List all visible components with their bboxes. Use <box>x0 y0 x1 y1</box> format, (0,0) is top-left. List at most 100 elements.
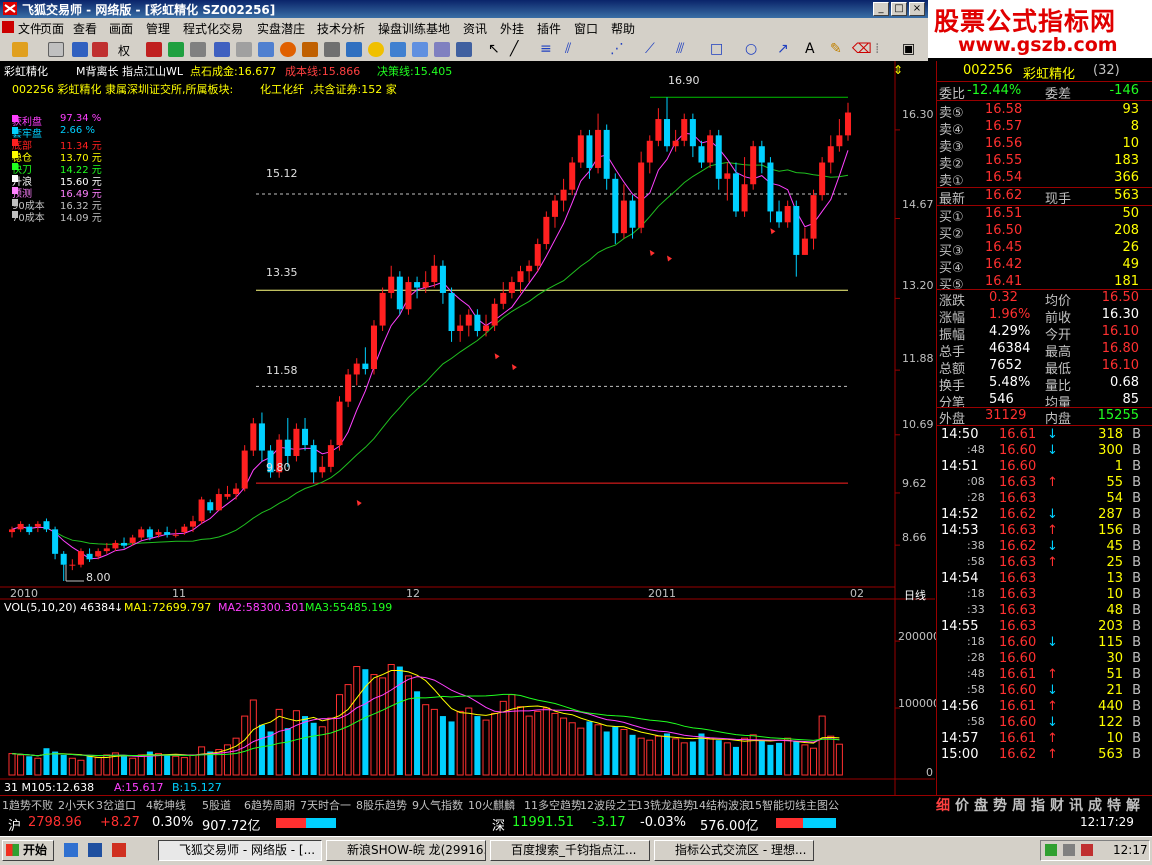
save-icon[interactable] <box>456 42 472 57</box>
cursor-tool-icon[interactable]: ↖ <box>488 41 500 57</box>
start-button[interactable]: 开始 <box>2 840 54 861</box>
target-icon[interactable] <box>280 42 296 57</box>
gann-tool-icon[interactable]: ⟋ <box>645 41 655 57</box>
chart-canvas[interactable] <box>0 61 935 795</box>
indicator-tab[interactable]: 2小天K <box>58 797 94 813</box>
arrow-down-icon: ↓ <box>1047 715 1058 730</box>
menu-external[interactable]: 外挂 <box>500 20 524 37</box>
bid-row[interactable]: 买④ 16.42 49 <box>937 257 1147 276</box>
ie-icon[interactable] <box>64 843 78 857</box>
show-desktop-icon[interactable] <box>88 843 102 857</box>
disk-icon[interactable]: ▣ <box>902 41 915 57</box>
tick-volume: 30 <box>1106 651 1123 666</box>
arrow-right-icon[interactable] <box>92 42 108 57</box>
indicator-tab[interactable]: 15智能切线主图公 <box>748 797 839 813</box>
ellipse-tool-icon[interactable]: ○ <box>745 41 757 57</box>
task-baidu[interactable]: 百度搜索_千钧指点江... <box>490 840 650 861</box>
open-folder-icon[interactable] <box>12 42 28 57</box>
bid-row[interactable]: 买② 16.50 208 <box>937 223 1147 242</box>
rights-selector[interactable]: 权 <box>118 42 130 59</box>
text-tool-icon[interactable]: A <box>805 41 815 57</box>
window-icon[interactable] <box>214 42 230 57</box>
indicator-tab[interactable]: 4乾坤线 <box>146 797 186 813</box>
rect-tool-icon[interactable]: □ <box>710 41 723 57</box>
ad-banner[interactable]: 股票公式指标网 www.gszb.com <box>928 0 1152 58</box>
table-icon[interactable] <box>412 42 428 57</box>
task-forum[interactable]: 指标公式交流区 - 理想... <box>654 840 814 861</box>
candle <box>319 466 326 473</box>
grid-icon[interactable] <box>190 42 206 57</box>
maximize-button[interactable]: □ <box>891 2 907 16</box>
volume-icon[interactable] <box>1063 844 1075 856</box>
indicator-tab[interactable]: 9人气指数 <box>412 797 463 813</box>
menu-program-trade[interactable]: 程式化交易 <box>183 20 243 37</box>
sh-breadth-bar <box>276 818 336 828</box>
quote-panel: 002256 彩虹精化 (32) 委比 -12.44% 委差 -146 卖⑤ 16… <box>936 61 1152 795</box>
arrow-tool-icon[interactable]: ↗ <box>777 41 789 57</box>
menu-page[interactable]: 页面 <box>40 20 64 37</box>
monitor-icon[interactable] <box>258 42 274 57</box>
menu-news[interactable]: 资讯 <box>463 20 487 37</box>
dots-icon[interactable]: ⁞ <box>875 41 879 57</box>
hline-tool-icon[interactable]: ≡ <box>540 41 552 57</box>
channel-tool-icon[interactable]: ⫽ <box>565 41 571 57</box>
indicator-tab[interactable]: 13铣龙趋势 <box>636 797 694 813</box>
menu-help[interactable]: 帮助 <box>611 20 635 37</box>
menu-window[interactable]: 窗口 <box>574 20 598 37</box>
app-menu-icon[interactable] <box>2 21 14 33</box>
indicator-tab[interactable]: 10火麒麟 <box>468 797 515 813</box>
menu-real-trade[interactable]: 实盘潜庄 <box>257 20 305 37</box>
indicator-tab[interactable]: 3岔道口 <box>96 797 136 813</box>
menu-canvas[interactable]: 画面 <box>109 20 133 37</box>
fan-tool-icon[interactable]: ⋰ <box>610 41 624 57</box>
parallel-tool-icon[interactable]: ⫻ <box>676 41 684 57</box>
pencil-icon[interactable]: ✎ <box>830 41 842 57</box>
period-label[interactable]: 日线 <box>904 587 926 603</box>
indicator-tab[interactable]: 5股道 <box>202 797 231 813</box>
menu-manage[interactable]: 管理 <box>146 20 170 37</box>
ask-row[interactable]: 卖① 16.54 366 <box>937 170 1147 189</box>
indicator-tab[interactable]: 6趋势周期 <box>244 797 295 813</box>
task-feihu[interactable]: 飞狐交易师 - 网络版 - [... <box>158 840 322 861</box>
star-icon[interactable] <box>368 42 384 57</box>
indicator-tab[interactable]: 12波段之王 <box>580 797 638 813</box>
bid-row[interactable]: 买③ 16.45 26 <box>937 240 1147 259</box>
arrow-left-icon[interactable] <box>72 42 88 57</box>
layout-icon[interactable] <box>236 42 252 57</box>
rsi-icon[interactable] <box>48 42 64 57</box>
ask-row[interactable]: 卖⑤ 16.58 93 <box>937 102 1147 121</box>
menu-view[interactable]: 查看 <box>73 20 97 37</box>
tray-app-icon[interactable] <box>1081 844 1093 856</box>
stack-icon[interactable] <box>346 42 362 57</box>
indicator-tab[interactable]: 11多空趋势 <box>524 797 582 813</box>
menu-training[interactable]: 操盘训练基地 <box>378 20 450 37</box>
indicator-tab[interactable]: 14结构波浪 <box>692 797 750 813</box>
bid-row[interactable]: 买① 16.51 50 <box>937 206 1147 225</box>
chart-area[interactable]: 彩虹精化 M背离长 指点江山WL 点石成金:16.677 成本线:15.866 … <box>0 61 940 795</box>
report-icon[interactable] <box>390 42 406 57</box>
chart-scroll-icon[interactable]: ⇕ <box>893 63 903 77</box>
menu-file[interactable]: 文件 <box>18 20 42 37</box>
eraser-icon[interactable]: ⌫ <box>852 41 872 57</box>
menu-tech-analysis[interactable]: 技术分析 <box>317 20 365 37</box>
ask-row[interactable]: 卖② 16.55 183 <box>937 153 1147 172</box>
puzzle-icon[interactable] <box>324 42 340 57</box>
menu-plugins[interactable]: 插件 <box>537 20 561 37</box>
chart-type-icon[interactable] <box>146 42 162 57</box>
indicator-icon[interactable] <box>168 42 184 57</box>
task-sina[interactable]: 新浪SHOW-皖 龙(29916... <box>326 840 486 861</box>
sub-indicator-b: B:15.127 <box>172 781 222 794</box>
indicator-tab[interactable]: 7天时合一 <box>300 797 351 813</box>
stamp-icon[interactable] <box>302 42 318 57</box>
indicator-tab[interactable]: 8股乐趋势 <box>356 797 407 813</box>
line-tool-icon[interactable]: ╱ <box>510 41 518 57</box>
ask-row[interactable]: 卖③ 16.56 10 <box>937 136 1147 155</box>
ask-row[interactable]: 卖④ 16.57 8 <box>937 119 1147 138</box>
print-icon[interactable] <box>434 42 450 57</box>
indicator-tab[interactable]: 1趋势不败 <box>2 797 53 813</box>
network-icon[interactable] <box>1045 844 1057 856</box>
tick-volume: 21 <box>1106 683 1123 698</box>
close-button[interactable]: × <box>909 2 925 16</box>
minimize-button[interactable]: _ <box>873 2 889 16</box>
feihu-quicklaunch-icon[interactable] <box>112 843 126 857</box>
